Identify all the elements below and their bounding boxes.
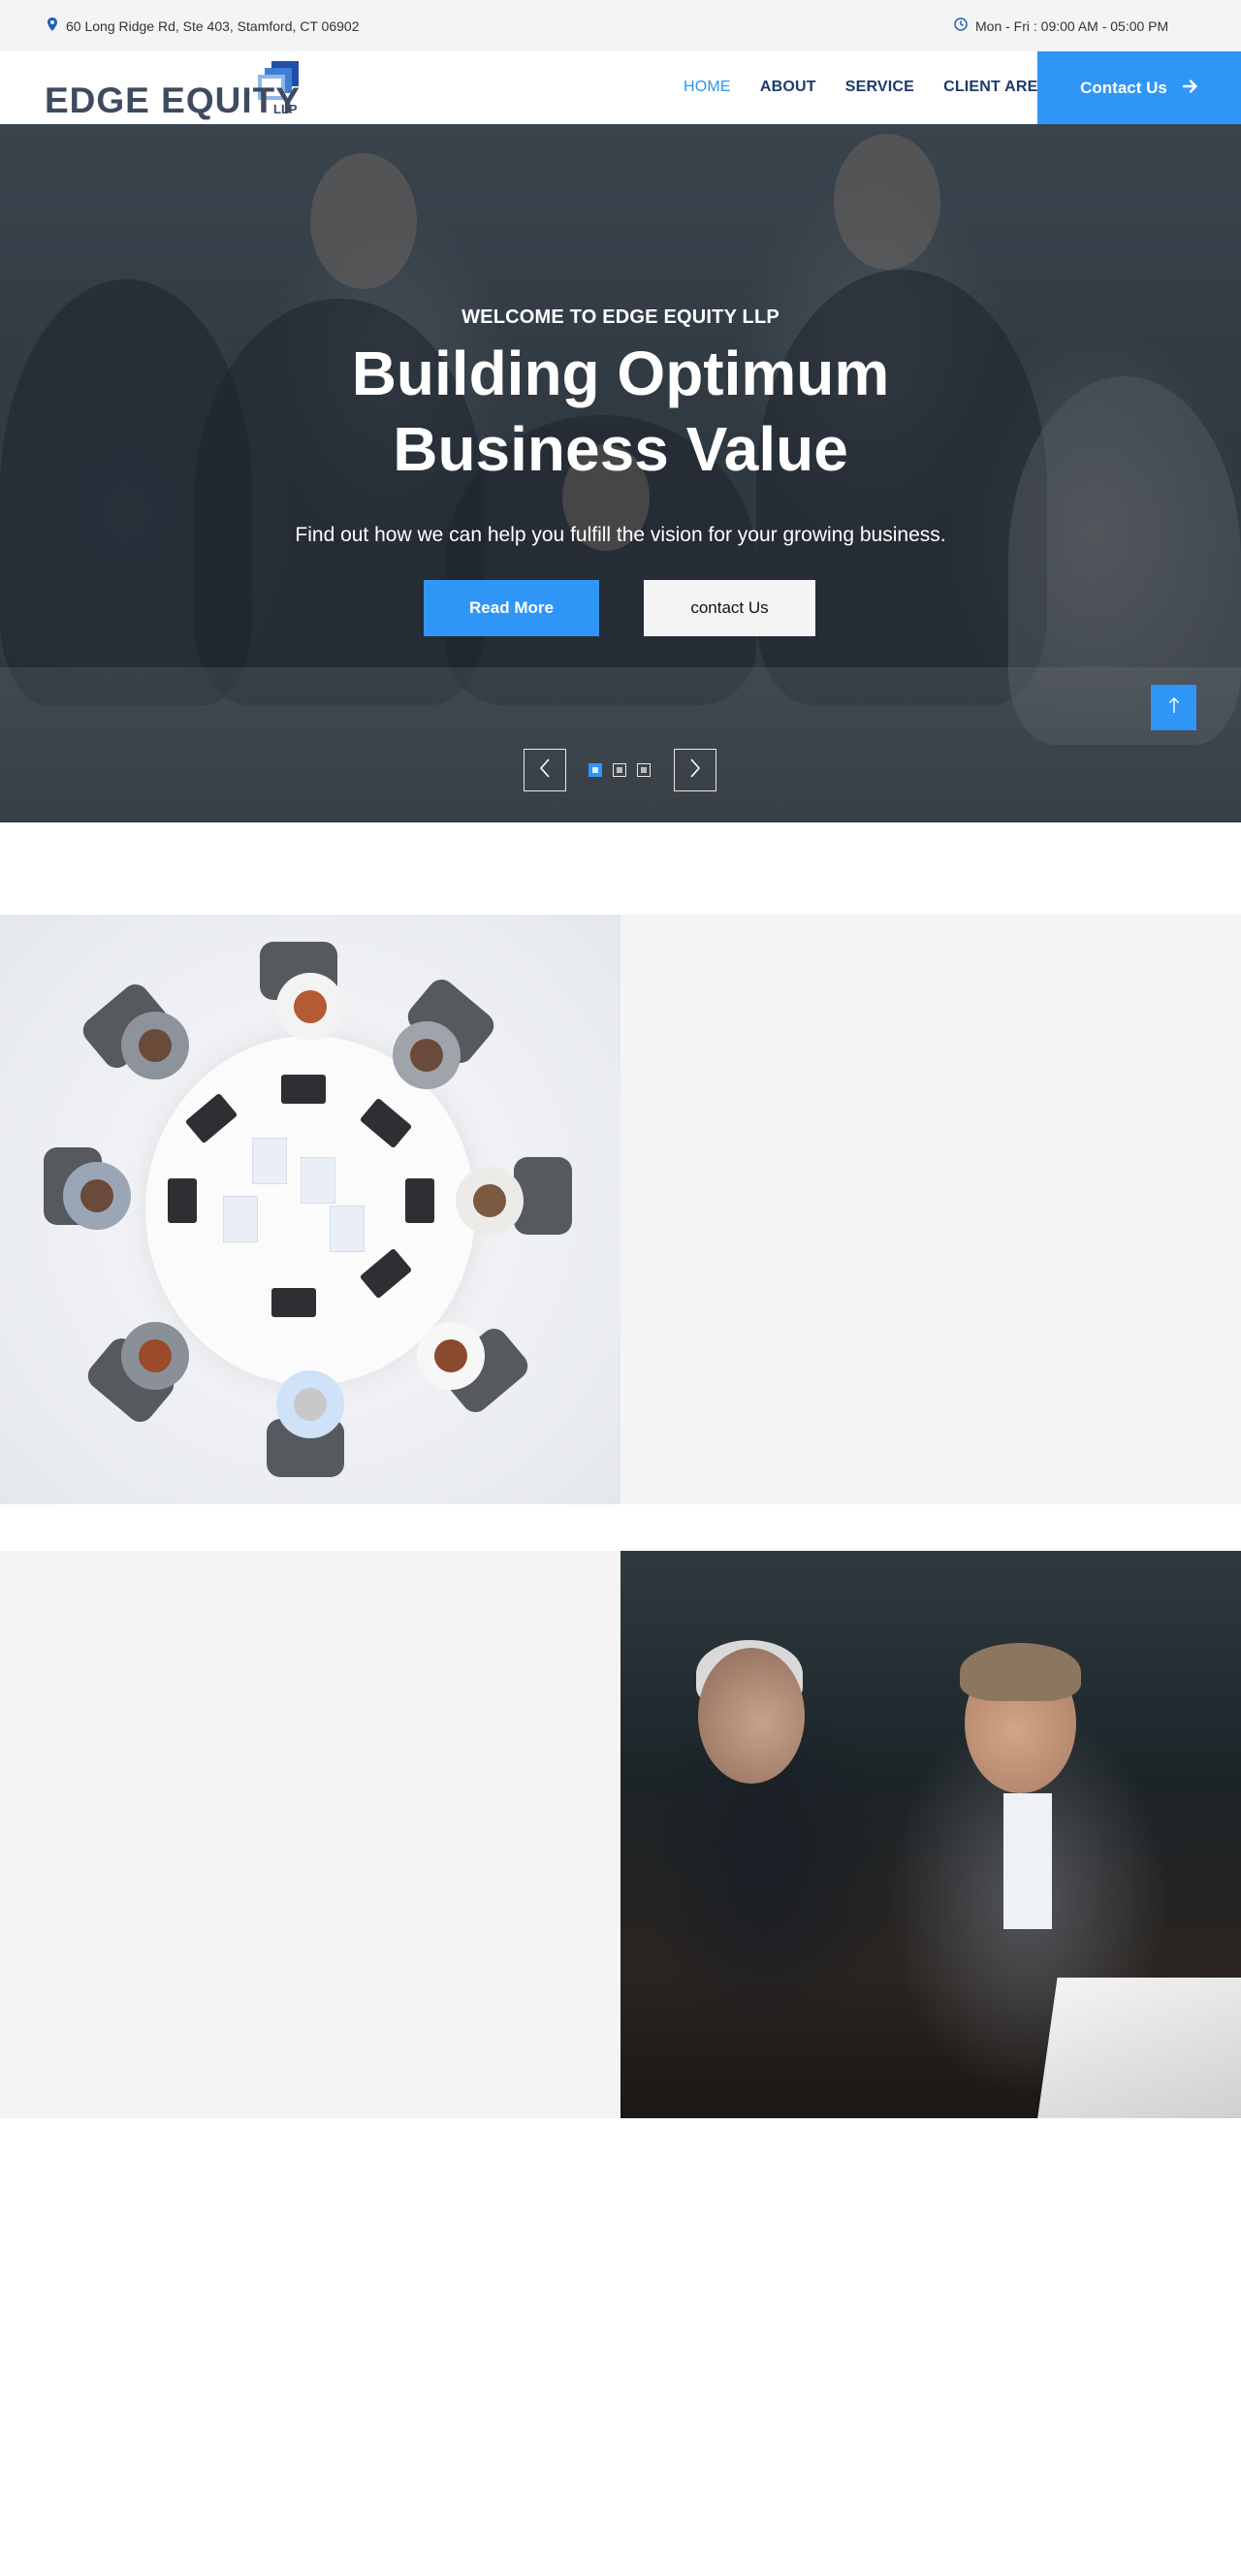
- site-header: EDGE EQUITY LLP HOME ABOUT SERVICE CLIEN…: [0, 51, 1241, 124]
- nav-about[interactable]: ABOUT: [760, 79, 816, 96]
- slider-dots: [589, 763, 661, 777]
- photo-person: [121, 1322, 189, 1390]
- photo-laptop: [1036, 1978, 1241, 2118]
- nav-client-area[interactable]: CLIENT AREA: [943, 79, 1049, 96]
- nav-service[interactable]: SERVICE: [845, 79, 914, 96]
- nav-home[interactable]: HOME: [684, 79, 731, 96]
- clock-icon: [954, 17, 975, 34]
- hero-subtitle: Find out how we can help you fulfill the…: [295, 524, 946, 546]
- photo-person: [276, 1370, 344, 1438]
- handshake-image: [620, 1551, 1241, 2118]
- photo-paper: [301, 1157, 335, 1204]
- arrow-up-icon: [1168, 696, 1180, 719]
- slider-dot[interactable]: [613, 763, 626, 777]
- photo-laptop: [405, 1178, 434, 1223]
- slider-next-button[interactable]: [674, 749, 716, 791]
- content-panel: [0, 1551, 620, 2118]
- chevron-right-icon: [689, 757, 701, 783]
- chevron-left-icon: [539, 757, 551, 783]
- read-more-button[interactable]: Read More: [424, 580, 599, 636]
- photo-laptop: [168, 1178, 197, 1223]
- logo[interactable]: EDGE EQUITY LLP: [45, 61, 302, 120]
- photo-person: [417, 1322, 485, 1390]
- contact-us-button[interactable]: Contact Us: [1037, 51, 1241, 124]
- hero-title-line2: Business Value: [393, 414, 848, 484]
- top-info-bar: 60 Long Ridge Rd, Ste 403, Stamford, CT …: [0, 0, 1241, 51]
- contact-us-label: Contact Us: [1080, 78, 1167, 97]
- address-text: 60 Long Ridge Rd, Ste 403, Stamford, CT …: [66, 17, 360, 34]
- map-pin-icon: [47, 17, 66, 34]
- photo-person: [63, 1162, 131, 1230]
- photo-person: [121, 1012, 189, 1079]
- arrow-right-icon: [1167, 79, 1198, 98]
- photo-person: [456, 1167, 524, 1235]
- logo-suffix: LLP: [273, 102, 298, 116]
- hero-contact-button[interactable]: contact Us: [644, 580, 815, 636]
- slider-prev-button[interactable]: [524, 749, 566, 791]
- meeting-overhead-image: [0, 915, 620, 1504]
- photo-person: [393, 1021, 461, 1089]
- hours-text: Mon - Fri : 09:00 AM - 05:00 PM: [975, 17, 1169, 34]
- photo-paper: [330, 1206, 365, 1252]
- photo-person: [276, 973, 344, 1041]
- photo-laptop: [281, 1075, 326, 1104]
- photo-shirt: [1003, 1793, 1052, 1929]
- hero-kicker: WELCOME TO EDGE EQUITY LLP: [461, 306, 780, 328]
- scroll-to-top-button[interactable]: [1151, 685, 1196, 730]
- hero-title: Building Optimum Business Value: [0, 336, 1241, 487]
- main-nav: HOME ABOUT SERVICE CLIENT AREA: [684, 79, 1078, 96]
- hero-slider: WELCOME TO EDGE EQUITY LLP Building Opti…: [0, 124, 1241, 822]
- photo-hair: [960, 1643, 1081, 1701]
- address-info: 60 Long Ridge Rd, Ste 403, Stamford, CT …: [47, 17, 360, 34]
- hero-title-line1: Building Optimum: [351, 338, 890, 408]
- photo-paper: [223, 1196, 258, 1242]
- logo-text: EDGE EQUITY: [45, 80, 301, 120]
- hours-info: Mon - Fri : 09:00 AM - 05:00 PM: [954, 17, 1168, 34]
- slider-dot[interactable]: [589, 763, 602, 777]
- photo-face: [698, 1648, 805, 1784]
- photo-paper: [252, 1138, 287, 1184]
- slider-dot[interactable]: [637, 763, 651, 777]
- content-panel: [620, 915, 1241, 1504]
- photo-laptop: [271, 1288, 316, 1317]
